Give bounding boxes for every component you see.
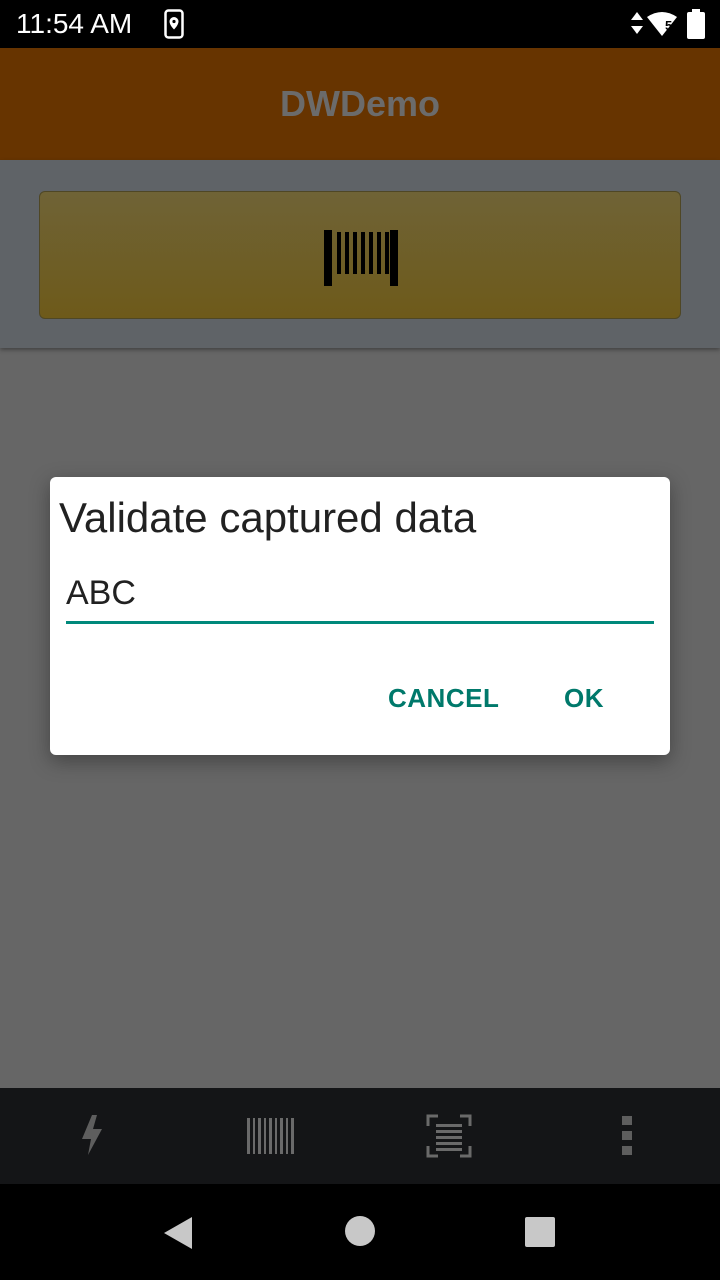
navigation-bar — [0, 1184, 720, 1280]
validate-dialog: Validate captured data ABC CANCEL OK — [50, 477, 670, 755]
dialog-title: Validate captured data — [59, 494, 477, 541]
data-arrows-icon — [631, 12, 643, 34]
flash-button[interactable] — [0, 1088, 180, 1184]
app-title: DWDemo — [280, 83, 440, 124]
status-time: 11:54 AM — [16, 8, 133, 39]
captured-data-input[interactable]: ABC — [66, 565, 654, 624]
location-phone-icon — [164, 9, 184, 39]
scan-frame-icon — [426, 1114, 472, 1158]
screen: 11:54 AM 5 DWDemo Validate captured data… — [0, 0, 720, 1280]
more-options-button[interactable] — [540, 1088, 720, 1184]
app-bar: DWDemo — [0, 48, 720, 160]
barcode-icon — [247, 1118, 294, 1154]
barcode-icon — [324, 230, 398, 286]
scan-button[interactable] — [39, 191, 681, 319]
home-icon[interactable] — [344, 1215, 376, 1247]
scan-panel — [0, 160, 720, 348]
wifi-badge: 5 — [665, 18, 673, 33]
more-vert-icon — [622, 1116, 632, 1155]
status-bar: 11:54 AM 5 — [0, 0, 720, 48]
cancel-button[interactable]: CANCEL — [388, 673, 499, 723]
wifi-icon — [647, 12, 677, 36]
ok-button[interactable]: OK — [564, 673, 604, 723]
recents-icon[interactable] — [524, 1216, 556, 1248]
barcode-toolbar-button[interactable] — [180, 1088, 360, 1184]
flash-icon — [82, 1115, 102, 1155]
scan-frame-button[interactable] — [360, 1088, 540, 1184]
bottom-toolbar — [0, 1088, 720, 1184]
back-icon[interactable] — [162, 1216, 194, 1250]
battery-icon — [687, 9, 705, 39]
